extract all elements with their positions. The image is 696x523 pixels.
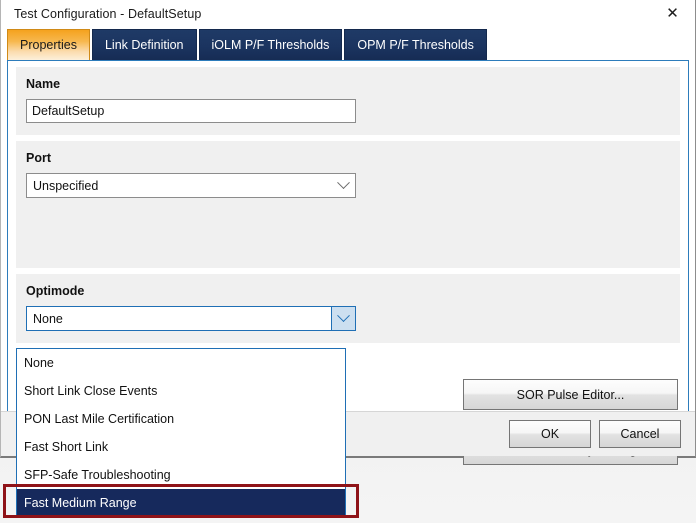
tab-strip: Properties Link Definition iOLM P/F Thre… [1,27,695,60]
port-label: Port [26,151,51,165]
dropdown-option-sfp-safe-troubleshooting[interactable]: SFP-Safe Troubleshooting [17,461,345,489]
dropdown-option-pon-last-mile-certification[interactable]: PON Last Mile Certification [17,405,345,433]
port-select-value: Unspecified [33,178,99,193]
cancel-button[interactable]: Cancel [599,420,681,448]
tab-properties[interactable]: Properties [7,29,90,60]
name-section: Name [16,67,680,135]
dropdown-option-short-link-close-events[interactable]: Short Link Close Events [17,377,345,405]
ok-button[interactable]: OK [509,420,591,448]
port-section: Port Unspecified [16,141,680,268]
chevron-down-icon [331,174,355,197]
dropdown-option-fast-short-link[interactable]: Fast Short Link [17,433,345,461]
sor-pulse-editor-button[interactable]: SOR Pulse Editor... [463,379,678,410]
optimode-select[interactable]: None [26,306,356,331]
tab-opm-pf-thresholds[interactable]: OPM P/F Thresholds [344,29,487,60]
optimode-select-value: None [33,311,63,326]
tab-iolm-pf-thresholds[interactable]: iOLM P/F Thresholds [198,29,343,60]
window-title: Test Configuration - DefaultSetup [14,6,202,21]
name-label: Name [26,77,61,91]
optimode-dropdown-list[interactable]: None Short Link Close Events PON Last Mi… [16,348,346,518]
name-input[interactable] [26,99,356,123]
tab-link-definition[interactable]: Link Definition [91,29,197,60]
optimode-label: Optimode [26,284,85,298]
port-select[interactable]: Unspecified [26,173,356,198]
title-bar: Test Configuration - DefaultSetup ✕ [1,0,695,27]
dropdown-option-none[interactable]: None [17,349,345,377]
optimode-section: Optimode None [16,274,680,343]
chevron-down-icon [331,307,355,330]
dropdown-option-fast-medium-range[interactable]: Fast Medium Range [17,489,345,517]
close-icon[interactable]: ✕ [650,0,695,27]
